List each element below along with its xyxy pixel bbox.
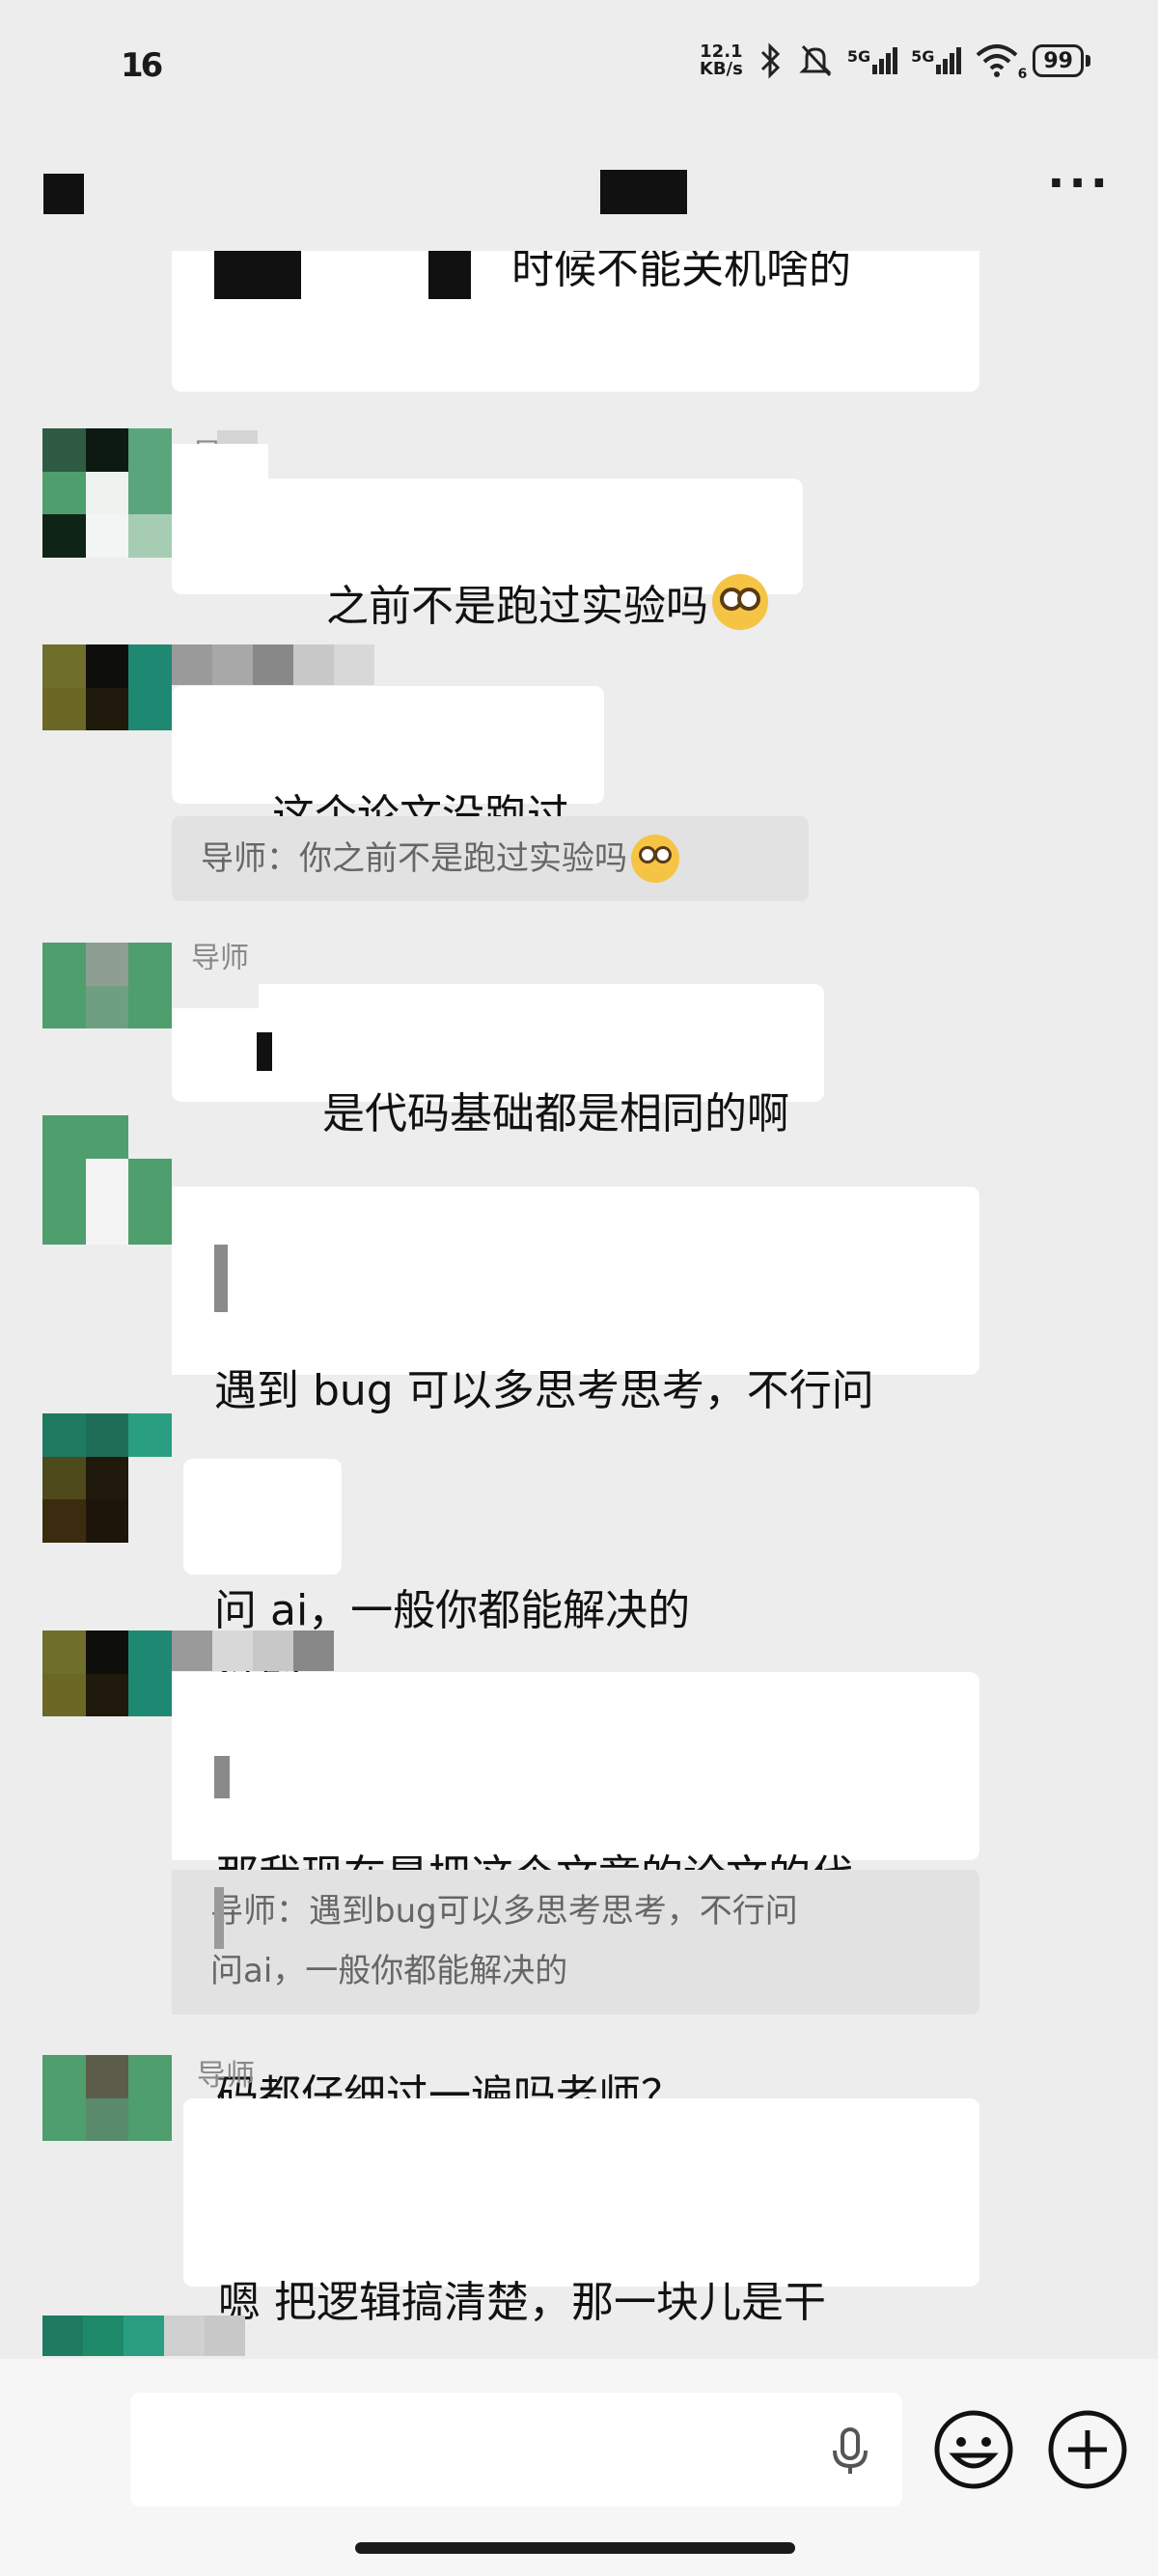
avatar-partial	[42, 2316, 245, 2356]
status-time: 16	[121, 46, 163, 85]
avatar[interactable]	[42, 2055, 172, 2184]
redacted-strip	[214, 1887, 224, 1949]
more-options-button[interactable]: ···	[1047, 156, 1112, 210]
message-bubble[interactable]: 好的	[183, 1459, 342, 1683]
signal-5g-1: 5G	[847, 47, 898, 74]
sender-name-redacted	[172, 1631, 334, 1671]
avatar[interactable]	[42, 943, 172, 1072]
redacted-block	[257, 1032, 272, 1071]
message-bubble[interactable]: 这个论文没跑过	[172, 686, 604, 840]
message-input[interactable]	[130, 2393, 902, 2507]
message-text-line: 嗯 把逻辑搞清楚，那一块儿是干	[218, 2278, 826, 2327]
redacted-block	[428, 251, 471, 299]
redacted-strip	[214, 1756, 230, 1798]
avatar[interactable]	[42, 1631, 172, 1760]
quoted-text: 导师：你之前不是跑过实验吗	[201, 839, 627, 878]
smile-icon[interactable]	[931, 2407, 1016, 2492]
microphone-icon[interactable]	[821, 2422, 879, 2480]
quoted-text-line: 导师：遇到bug可以多思考思考，不行问	[210, 1892, 798, 1931]
battery-indicator: 99	[1033, 44, 1084, 77]
bubble-mask	[172, 1672, 218, 1860]
input-bar	[0, 2359, 1158, 2576]
quoted-message[interactable]: 导师：遇到bug可以多思考思考，不行问 问ai，一般你都能解决的	[172, 1870, 979, 2014]
home-indicator[interactable]	[355, 2542, 795, 2554]
message-bubble[interactable]: 嗯 把逻辑搞清楚，那一块儿是干 啥的	[183, 2098, 979, 2327]
back-button[interactable]	[43, 174, 84, 214]
battery-cap	[1086, 55, 1090, 67]
flushed-face-emoji	[711, 574, 768, 630]
message-list[interactable]: 时候不能关机啥的 导 之前不是跑过实验吗 这个论文没跑过 导师：你之前不是跑过实…	[0, 251, 1158, 2359]
quoted-message[interactable]: 导师：你之前不是跑过实验吗	[172, 816, 809, 901]
quoted-text-line: 问ai，一般你都能解决的	[210, 1952, 568, 1990]
bubble-mask	[172, 970, 259, 1008]
bluetooth-icon	[760, 42, 780, 79]
net-speed: 12.1 KB/s	[699, 41, 743, 79]
status-bar: 16 12.1 KB/s 5G 5G 6 99	[0, 0, 1158, 135]
sender-name-redacted	[172, 644, 374, 685]
avatar[interactable]	[42, 644, 172, 774]
status-icons: 12.1 KB/s 5G 5G 6 99	[699, 41, 1090, 82]
message-text: 是代码基础都是相同的啊	[321, 1089, 789, 1138]
plus-icon[interactable]	[1045, 2407, 1130, 2492]
chat-title-redacted	[600, 170, 687, 214]
chat-header: ···	[0, 135, 1158, 251]
wifi-icon: 6	[975, 43, 1027, 82]
message-text-line: 遇到 bug 可以多思考思考，不行问	[214, 1366, 874, 1415]
avatar[interactable]	[42, 1115, 172, 1245]
redacted-block	[214, 251, 301, 299]
flushed-face-emoji	[631, 835, 679, 883]
avatar[interactable]	[42, 428, 172, 558]
message-bubble[interactable]: 遇到 bug 可以多思考思考，不行问 问 ai，一般你都能解决的	[172, 1187, 979, 1635]
message-text: 之前不是跑过实验吗	[325, 582, 708, 631]
message-text: 时候不能关机啥的	[511, 251, 851, 293]
quote-mask	[172, 1870, 210, 2014]
message-bubble[interactable]: 那我现在是把这个文章的论文的代 码都仔细过一遍吗老师？	[172, 1672, 979, 2121]
bubble-mask	[172, 444, 268, 550]
redacted-strip	[214, 1245, 228, 1312]
avatar[interactable]	[42, 1413, 172, 1543]
bubble-mask	[172, 1187, 214, 1375]
mute-bell-icon	[799, 44, 832, 77]
sender-name: 导师	[197, 2059, 255, 2093]
signal-5g-2: 5G	[911, 47, 962, 74]
